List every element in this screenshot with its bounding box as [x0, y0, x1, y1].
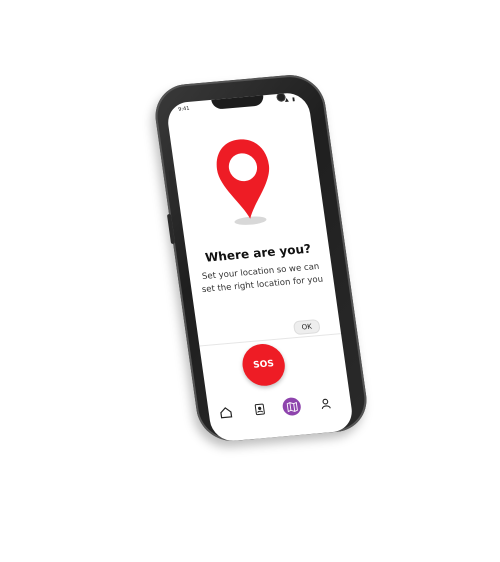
- sos-button[interactable]: SOS: [239, 342, 288, 388]
- location-pin-icon: [216, 139, 269, 225]
- nav-map[interactable]: [281, 396, 302, 417]
- prompt-message: Set your location so we can set the righ…: [201, 261, 324, 296]
- bottom-nav: [207, 389, 353, 429]
- nav-home[interactable]: [216, 403, 236, 422]
- status-time: 9:41: [177, 105, 190, 113]
- contacts-icon: [254, 403, 265, 416]
- nav-contacts[interactable]: [250, 400, 270, 419]
- home-icon: [220, 407, 233, 419]
- profile-icon: [321, 398, 331, 410]
- ok-button[interactable]: OK: [292, 318, 321, 336]
- nav-profile[interactable]: [315, 394, 335, 413]
- map-icon: [286, 401, 298, 412]
- status-icons: ▲ ▮: [284, 96, 297, 104]
- phone-mockup: 9:41 ▲ ▮ Where are you? Set your locatio…: [0, 0, 500, 562]
